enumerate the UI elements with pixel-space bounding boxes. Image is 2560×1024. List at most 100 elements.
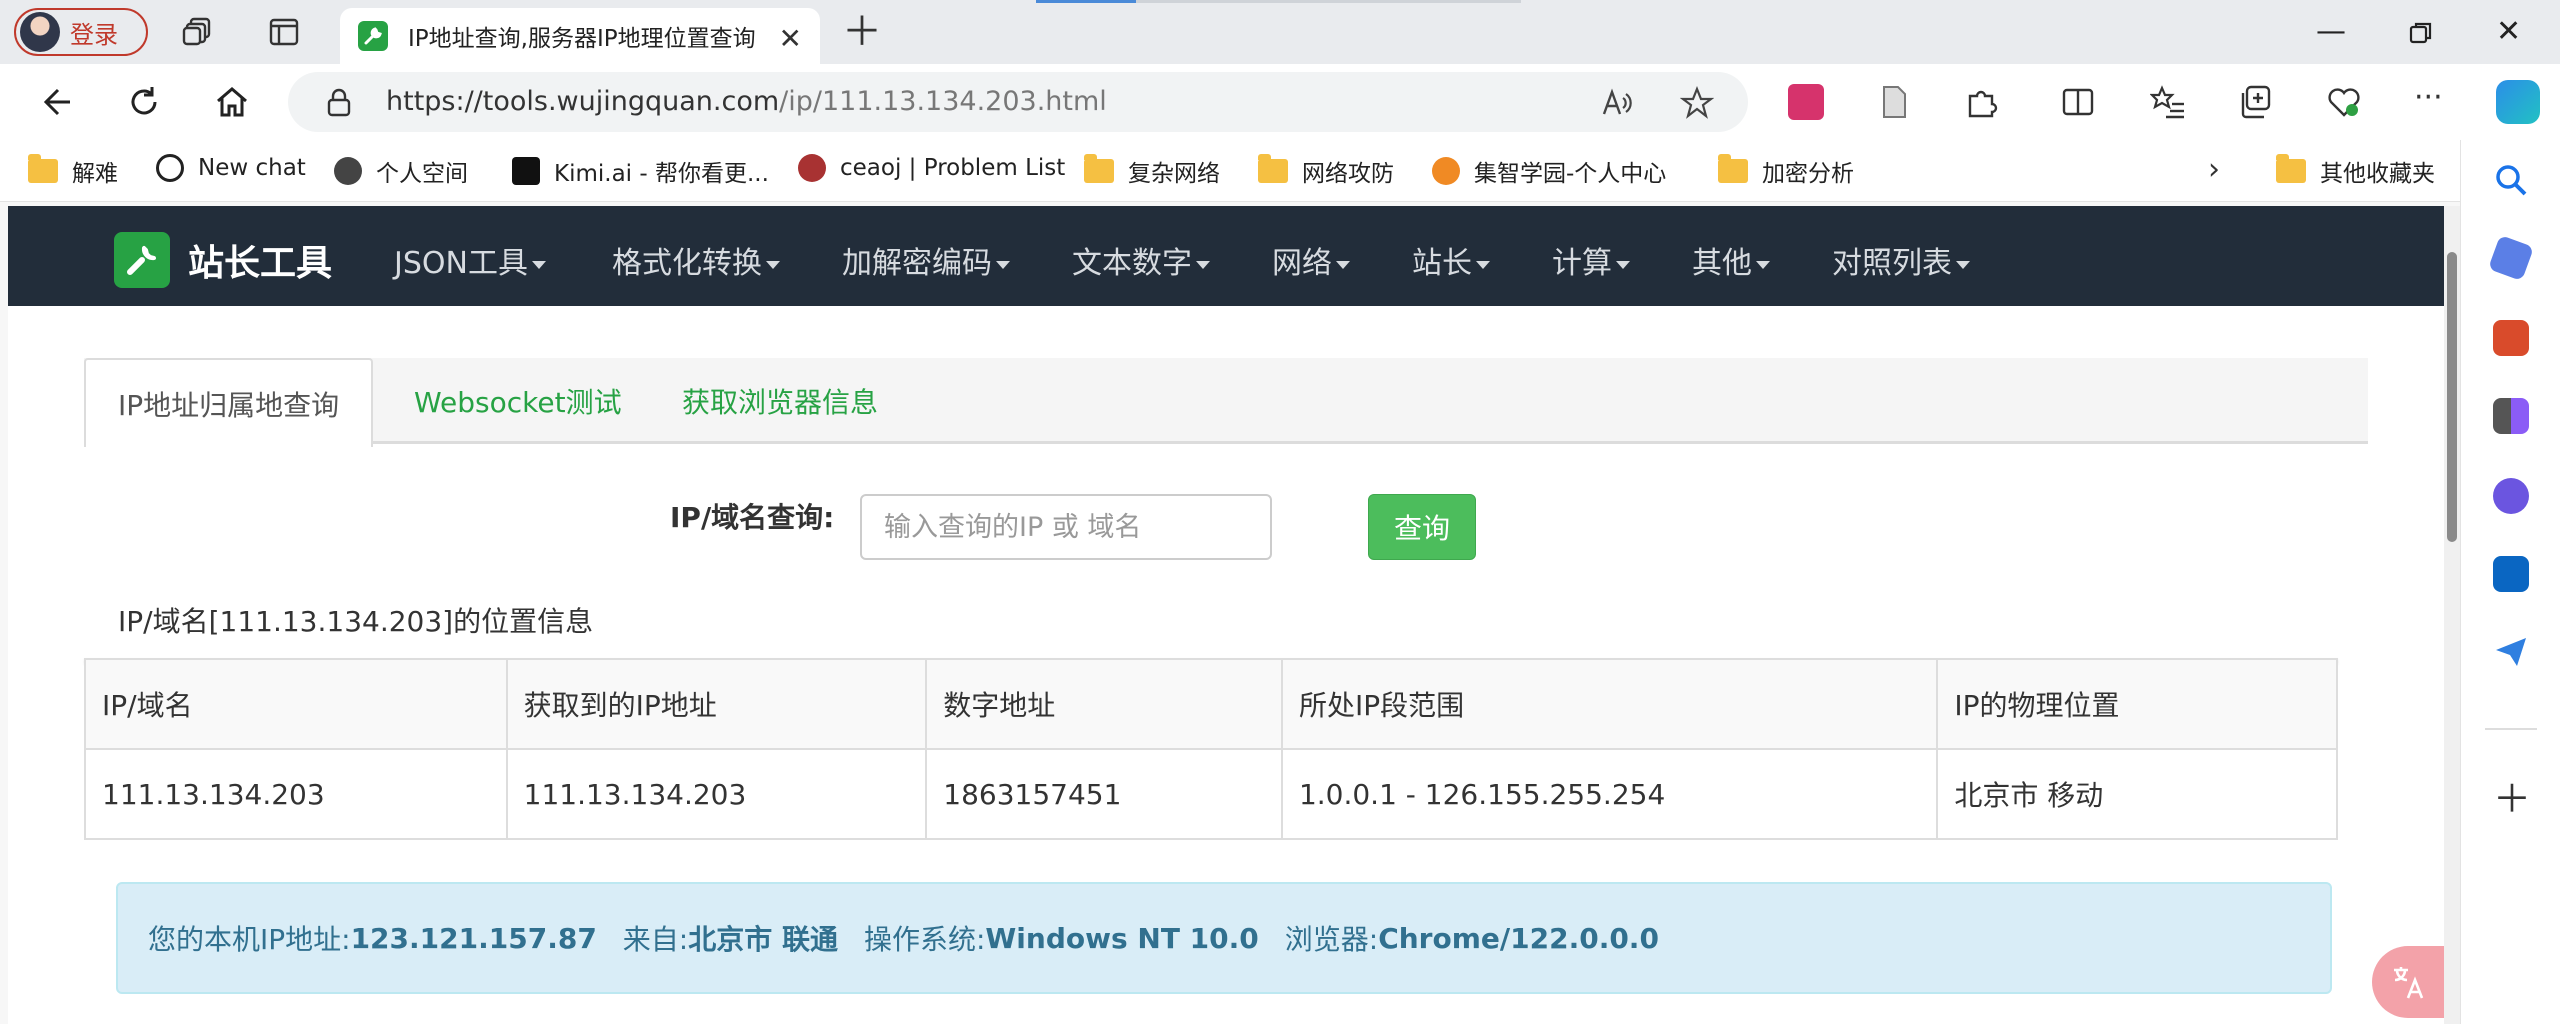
browser-toolbar: https://tools.wujingquan.com/ip/111.13.1… bbox=[0, 64, 2560, 140]
workspaces-icon[interactable] bbox=[182, 16, 214, 48]
extensions-puzzle-icon[interactable] bbox=[1964, 84, 2000, 120]
table-cell: 北京市 移动 bbox=[1936, 748, 2338, 840]
page-scrollbar[interactable] bbox=[2444, 206, 2460, 1024]
caret-down-icon bbox=[766, 260, 780, 269]
local-ip-label: 您的本机IP地址: bbox=[148, 923, 351, 956]
favorite-star-icon[interactable] bbox=[1680, 86, 1714, 120]
chatgpt-icon bbox=[156, 154, 184, 182]
menu-webmaster[interactable]: 站长 bbox=[1412, 238, 1490, 282]
minimize-icon[interactable]: — bbox=[2316, 14, 2346, 49]
send-drop-icon[interactable] bbox=[2493, 634, 2529, 670]
bookmark-item[interactable]: 解难 bbox=[28, 154, 118, 188]
menu-encrypt-encode[interactable]: 加解密编码 bbox=[842, 238, 1010, 282]
vertical-tabs-icon[interactable] bbox=[268, 16, 300, 48]
menu-json-tools[interactable]: JSON工具 bbox=[394, 238, 546, 282]
microsoft-365-icon[interactable] bbox=[2493, 478, 2529, 514]
translate-icon bbox=[2394, 967, 2424, 999]
shopping-tag-icon[interactable] bbox=[2487, 234, 2535, 282]
more-options-icon[interactable]: ··· bbox=[2414, 80, 2443, 115]
address-bar[interactable]: https://tools.wujingquan.com/ip/111.13.1… bbox=[288, 72, 1748, 132]
menu-other[interactable]: 其他 bbox=[1692, 238, 1770, 282]
column-header: 所处IP段范围 bbox=[1280, 658, 1939, 750]
lock-icon[interactable] bbox=[326, 88, 352, 118]
os-value: Windows NT 10.0 bbox=[985, 921, 1259, 955]
bookmark-item[interactable]: 集智学园-个人中心 bbox=[1432, 154, 1666, 188]
menu-format-convert[interactable]: 格式化转换 bbox=[612, 238, 780, 282]
menu-reference-lists[interactable]: 对照列表 bbox=[1832, 238, 1970, 282]
outlook-icon[interactable] bbox=[2493, 556, 2529, 592]
web-page: 站长工具 JSON工具 格式化转换 加解密编码 文本数字 网络 站长 计算 其他… bbox=[8, 206, 2444, 1024]
menu-text-number[interactable]: 文本数字 bbox=[1072, 238, 1210, 282]
folder-icon bbox=[2276, 154, 2306, 183]
table-cell: 1863157451 bbox=[925, 748, 1283, 840]
tab-browser-info[interactable]: 获取浏览器信息 bbox=[650, 358, 910, 444]
folder-icon bbox=[1084, 154, 1114, 183]
chevron-right-icon[interactable]: › bbox=[2208, 152, 2220, 187]
bookmark-item[interactable]: ceaoj | Problem List bbox=[798, 154, 1065, 182]
favorites-list-icon[interactable] bbox=[2150, 84, 2186, 120]
bookmark-item[interactable]: New chat bbox=[156, 154, 306, 182]
url-text: https://tools.wujingquan.com/ip/111.13.1… bbox=[386, 86, 1107, 117]
restore-icon[interactable] bbox=[2408, 20, 2434, 46]
avatar bbox=[20, 12, 60, 52]
search-icon[interactable] bbox=[2493, 162, 2529, 198]
edge-sidebar: ＋ bbox=[2460, 140, 2560, 1024]
bookmark-item[interactable]: 加密分析 bbox=[1718, 154, 1854, 188]
browser-essentials-icon[interactable] bbox=[2326, 84, 2362, 120]
wrench-logo-icon bbox=[114, 232, 170, 288]
query-button[interactable]: 查询 bbox=[1368, 494, 1476, 560]
menu-network[interactable]: 网络 bbox=[1272, 238, 1350, 282]
result-title: IP/域名[111.13.134.203]的位置信息 bbox=[118, 605, 594, 638]
login-label: 登录 bbox=[70, 20, 118, 49]
profile-login-button[interactable]: 登录 bbox=[14, 8, 148, 56]
close-tab-icon[interactable]: ✕ bbox=[779, 22, 802, 55]
other-favorites-folder[interactable]: 其他收藏夹 bbox=[2276, 154, 2435, 188]
bookmark-item[interactable]: 网络攻防 bbox=[1258, 154, 1394, 188]
folder-icon bbox=[1718, 154, 1748, 183]
copilot-icon[interactable] bbox=[2496, 80, 2540, 124]
bookmark-item[interactable]: Kimi.ai - 帮你看更... bbox=[512, 154, 769, 188]
table-row: 111.13.134.203 111.13.134.203 1863157451… bbox=[84, 748, 2338, 840]
scrollbar-thumb[interactable] bbox=[2447, 252, 2457, 542]
translate-extension-icon[interactable] bbox=[1788, 84, 1824, 120]
new-tab-icon[interactable]: ＋ bbox=[842, 12, 882, 52]
collections-icon[interactable] bbox=[2238, 84, 2274, 120]
globe-icon bbox=[334, 157, 362, 185]
split-screen-icon[interactable] bbox=[2060, 84, 2096, 120]
tab-ip-lookup[interactable]: IP地址归属地查询 bbox=[84, 358, 374, 447]
site-brand[interactable]: 站长工具 bbox=[114, 232, 332, 288]
caret-down-icon bbox=[1756, 260, 1770, 269]
back-arrow-icon[interactable] bbox=[36, 82, 76, 122]
from-value: 北京市 联通 bbox=[688, 923, 838, 956]
floating-translate-button[interactable] bbox=[2372, 946, 2444, 1018]
sidebar-divider bbox=[2485, 728, 2537, 730]
menu-calculate[interactable]: 计算 bbox=[1552, 238, 1630, 282]
browser-tab-active[interactable]: IP地址查询,服务器IP地理位置查询 ✕ bbox=[340, 8, 820, 64]
browser-label: 浏览器: bbox=[1284, 923, 1379, 956]
tools-toolbox-icon[interactable] bbox=[2493, 320, 2529, 356]
tab-strip-accent bbox=[1036, 0, 1136, 3]
ip-domain-input[interactable] bbox=[860, 494, 1272, 560]
read-aloud-icon[interactable] bbox=[1600, 86, 1634, 120]
kimi-icon bbox=[512, 157, 540, 185]
bookmark-item[interactable]: 个人空间 bbox=[334, 154, 468, 188]
bookmarks-bar: 解难 New chat 个人空间 Kimi.ai - 帮你看更... ceaoj… bbox=[0, 140, 2460, 202]
column-header: IP/域名 bbox=[84, 658, 508, 750]
caret-down-icon bbox=[1616, 260, 1630, 269]
document-extension-icon[interactable] bbox=[1876, 84, 1912, 120]
add-sidebar-app-icon[interactable]: ＋ bbox=[2493, 768, 2531, 823]
table-cell: 111.13.134.203 bbox=[505, 748, 928, 840]
refresh-icon[interactable] bbox=[124, 82, 164, 122]
close-window-icon[interactable]: ✕ bbox=[2496, 14, 2521, 49]
column-header: IP的物理位置 bbox=[1936, 658, 2338, 750]
tool-tabs: IP地址归属地查询 Websocket测试 获取浏览器信息 bbox=[84, 358, 2368, 447]
home-icon[interactable] bbox=[212, 82, 252, 122]
tab-websocket-test[interactable]: Websocket测试 bbox=[382, 358, 654, 444]
browser-titlebar: 登录 IP地址查询,服务器IP地理位置查询 ✕ ＋ — ✕ bbox=[0, 0, 2560, 64]
caret-down-icon bbox=[996, 260, 1010, 269]
table-cell: 111.13.134.203 bbox=[84, 748, 508, 840]
bookmark-item[interactable]: 复杂网络 bbox=[1084, 154, 1220, 188]
games-icon[interactable] bbox=[2493, 398, 2529, 434]
os-label: 操作系统: bbox=[863, 923, 986, 956]
table-cell: 1.0.0.1 - 126.155.255.254 bbox=[1280, 748, 1939, 840]
